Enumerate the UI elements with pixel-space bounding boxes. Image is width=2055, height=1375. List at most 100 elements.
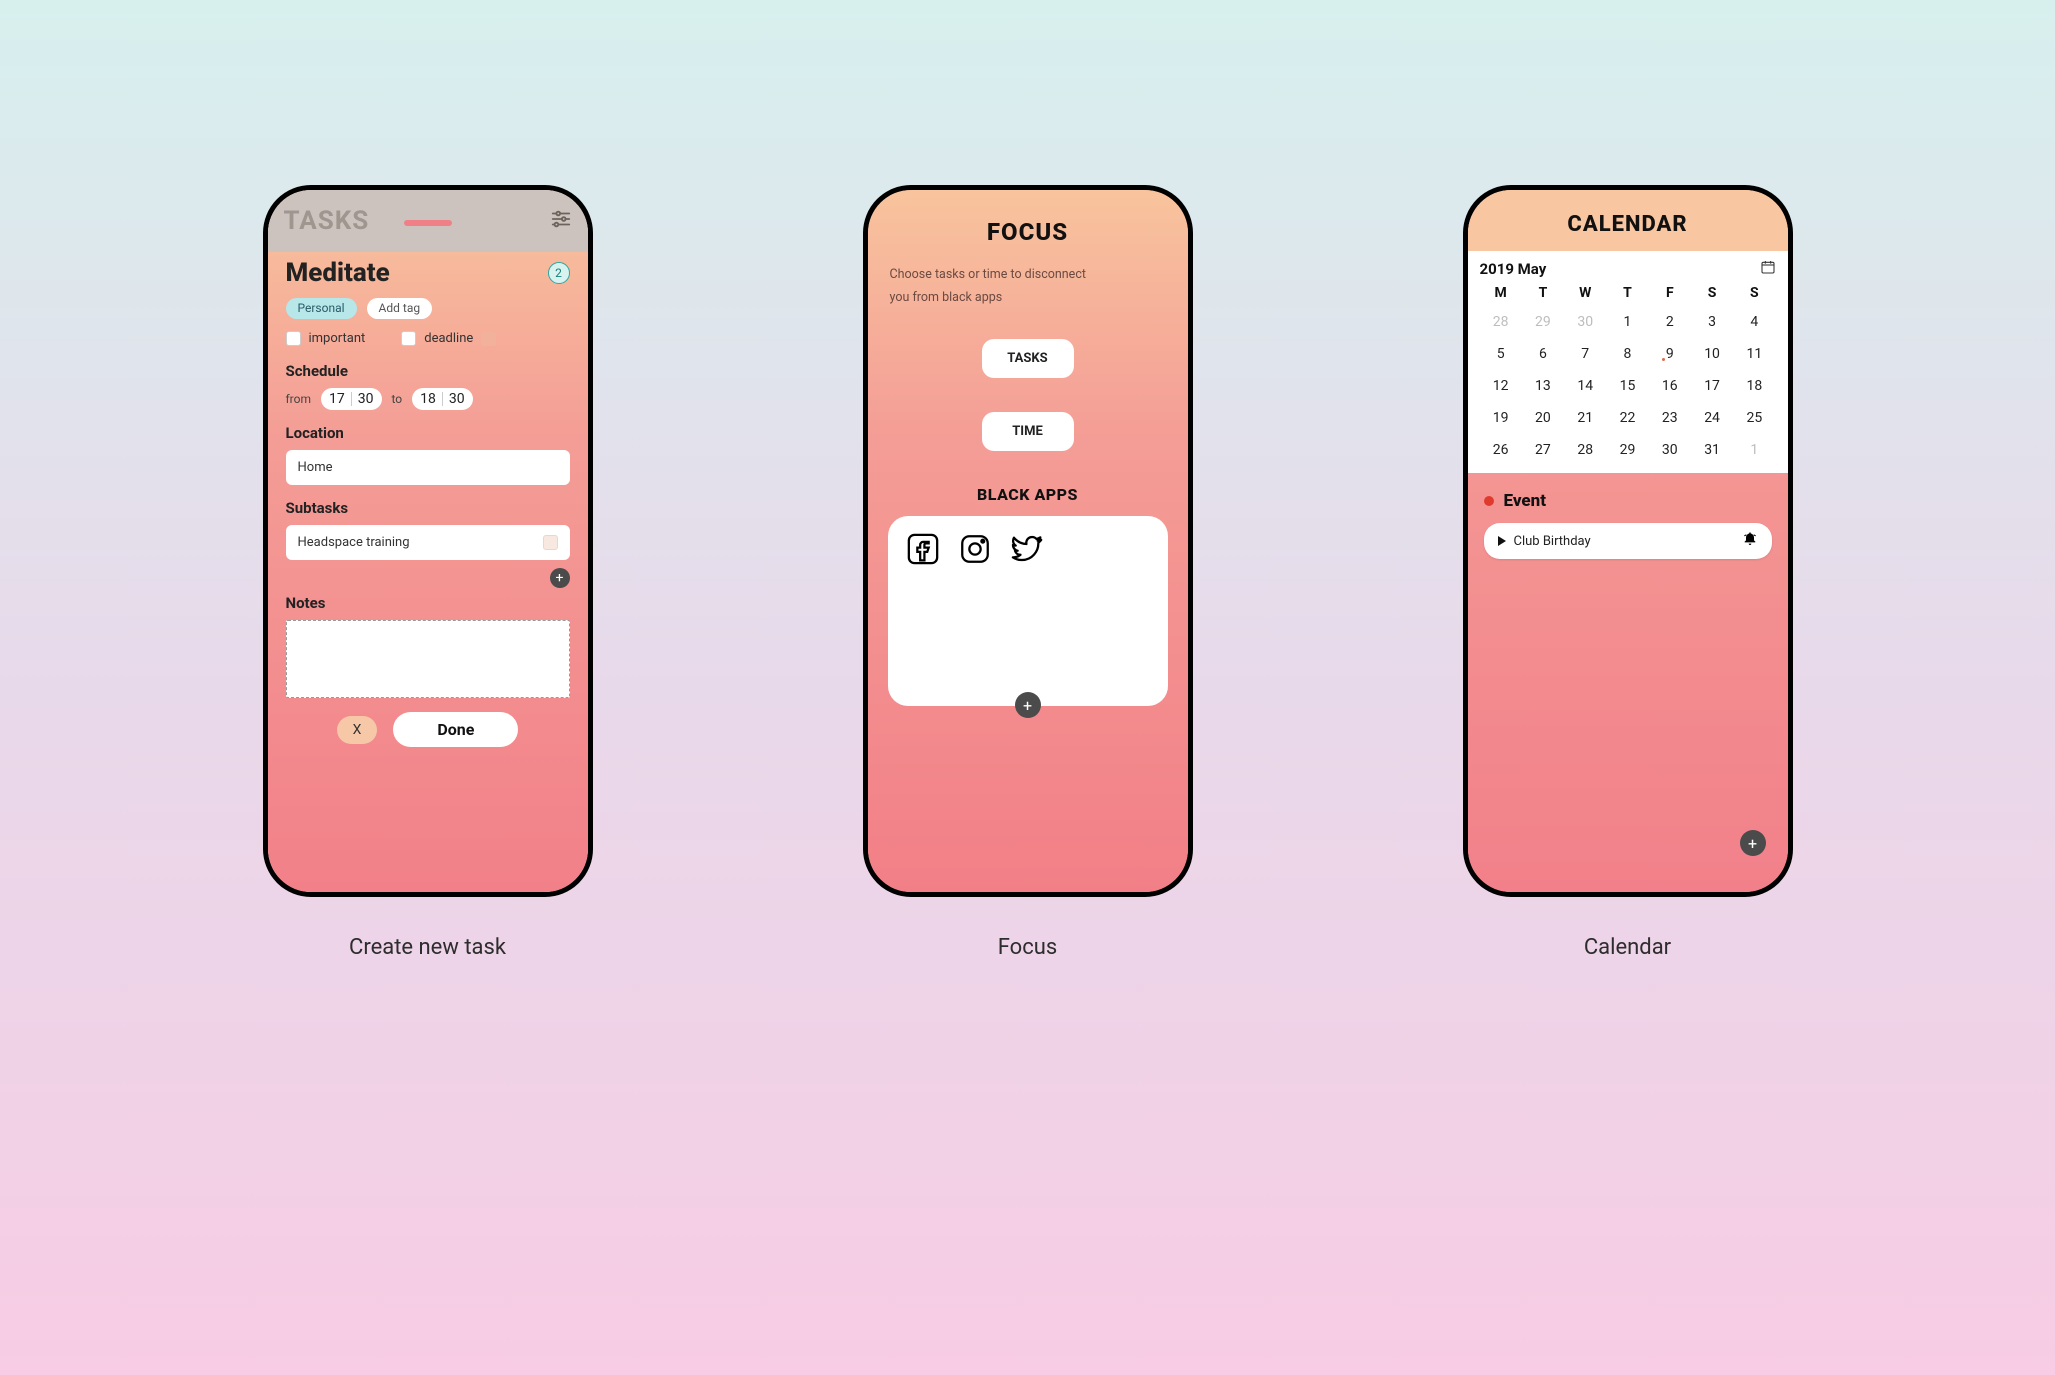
black-apps-card: +	[888, 516, 1168, 706]
calendar-grid: MTWTFSS282930123456789101112131415161718…	[1480, 285, 1776, 461]
calendar-day[interactable]: 30	[1564, 311, 1606, 333]
calendar-day[interactable]: 17	[1691, 375, 1733, 397]
deadline-color-swatch	[481, 331, 496, 346]
event-dot-icon	[1484, 496, 1494, 506]
subtask-text: Headspace training	[298, 535, 410, 550]
settings-icon[interactable]	[550, 208, 572, 234]
subtask-input[interactable]: Headspace training	[286, 525, 570, 560]
calendar-dow: W	[1564, 285, 1606, 301]
play-icon	[1498, 536, 1506, 546]
calendar-day[interactable]: 13	[1522, 375, 1564, 397]
from-label: from	[286, 392, 312, 406]
calendar-dow: T	[1606, 285, 1648, 301]
caption-calendar: Calendar	[1584, 935, 1671, 960]
calendar-day[interactable]: 22	[1606, 407, 1648, 429]
calendar-day[interactable]: 12	[1480, 375, 1522, 397]
calendar-day[interactable]: 29	[1522, 311, 1564, 333]
caption-tasks: Create new task	[349, 935, 506, 960]
calendar-month: May	[1518, 260, 1547, 278]
from-time-input[interactable]: 17 30	[321, 388, 382, 410]
to-minute: 30	[449, 391, 465, 407]
calendar-day[interactable]: 20	[1522, 407, 1564, 429]
calendar-day[interactable]: 31	[1691, 439, 1733, 461]
calendar-day[interactable]: 14	[1564, 375, 1606, 397]
calendar-day[interactable]: 21	[1564, 407, 1606, 429]
twitter-icon[interactable]	[1010, 532, 1044, 570]
done-button[interactable]: Done	[393, 712, 518, 747]
calendar-dow: S	[1691, 285, 1733, 301]
calendar-day[interactable]: 1	[1606, 311, 1648, 333]
calendar-dow: T	[1522, 285, 1564, 301]
calendar-day[interactable]: 29	[1606, 439, 1648, 461]
calendar-day[interactable]: 5	[1480, 343, 1522, 365]
add-tag-button[interactable]: Add tag	[367, 298, 433, 319]
calendar-day[interactable]: 19	[1480, 407, 1522, 429]
to-label: to	[392, 392, 403, 406]
calendar-title: CALENDAR	[1468, 190, 1788, 251]
calendar-day[interactable]: 2	[1649, 311, 1691, 333]
time-separator	[351, 392, 352, 406]
tag-personal[interactable]: Personal	[286, 298, 357, 319]
add-subtask-button[interactable]: +	[550, 568, 570, 588]
calendar-picker-icon[interactable]	[1760, 259, 1776, 279]
calendar-day[interactable]: 1	[1733, 439, 1775, 461]
cancel-button[interactable]: X	[337, 716, 378, 744]
task-title: Meditate	[286, 258, 390, 288]
calendar-dow: S	[1733, 285, 1775, 301]
calendar-day[interactable]: 30	[1649, 439, 1691, 461]
event-header-label: Event	[1504, 491, 1547, 511]
calendar-day[interactable]: 28	[1564, 439, 1606, 461]
calendar-day[interactable]: 15	[1606, 375, 1648, 397]
time-button[interactable]: TIME	[982, 412, 1074, 451]
calendar-day[interactable]: 11	[1733, 343, 1775, 365]
calendar-day[interactable]: 9	[1649, 343, 1691, 365]
event-section-header: Event	[1484, 491, 1772, 511]
subtask-checkbox[interactable]	[543, 535, 558, 550]
black-apps-title: BLACK APPS	[888, 485, 1168, 504]
phone-calendar: CALENDAR 2019 May	[1463, 185, 1793, 897]
event-item[interactable]: Club Birthday	[1484, 523, 1772, 559]
calendar-day[interactable]: 3	[1691, 311, 1733, 333]
from-minute: 30	[358, 391, 374, 407]
bell-icon[interactable]	[1742, 531, 1758, 551]
phone-focus: FOCUS Choose tasks or time to disconnect…	[863, 185, 1193, 897]
location-label: Location	[286, 424, 570, 442]
calendar-day[interactable]: 4	[1733, 311, 1775, 333]
calendar-day[interactable]: 23	[1649, 407, 1691, 429]
important-checkbox[interactable]	[286, 331, 301, 346]
add-event-button[interactable]: +	[1740, 830, 1766, 856]
focus-subtitle: Choose tasks or time to disconnect you f…	[890, 264, 1166, 309]
task-count-badge: 2	[548, 262, 570, 284]
calendar-dow: M	[1480, 285, 1522, 301]
calendar-day[interactable]: 24	[1691, 407, 1733, 429]
calendar-day[interactable]: 18	[1733, 375, 1775, 397]
calendar-day[interactable]: 28	[1480, 311, 1522, 333]
calendar-day[interactable]: 7	[1564, 343, 1606, 365]
notes-label: Notes	[286, 594, 570, 612]
notes-input[interactable]	[286, 620, 570, 698]
schedule-label: Schedule	[286, 362, 570, 380]
location-input[interactable]: Home	[286, 450, 570, 485]
calendar-year: 2019	[1480, 260, 1514, 278]
tasks-header-title: TASKS	[284, 206, 370, 236]
calendar-day[interactable]: 16	[1649, 375, 1691, 397]
facebook-icon[interactable]	[906, 532, 940, 570]
to-time-input[interactable]: 18 30	[412, 388, 473, 410]
focus-title: FOCUS	[888, 218, 1168, 246]
deadline-checkbox[interactable]	[401, 331, 416, 346]
focus-subtitle-line1: Choose tasks or time to disconnect	[890, 264, 1166, 287]
to-hour: 18	[420, 391, 436, 407]
phone-tasks: TASKS Meditate 2	[263, 185, 593, 897]
calendar-day[interactable]: 10	[1691, 343, 1733, 365]
instagram-icon[interactable]	[958, 532, 992, 570]
calendar-day[interactable]: 25	[1733, 407, 1775, 429]
deadline-label: deadline	[424, 331, 473, 346]
calendar-day[interactable]: 26	[1480, 439, 1522, 461]
calendar-day[interactable]: 6	[1522, 343, 1564, 365]
calendar-day[interactable]: 27	[1522, 439, 1564, 461]
calendar-block: 2019 May MTW	[1468, 251, 1788, 473]
add-app-button[interactable]: +	[1015, 692, 1041, 718]
tasks-button[interactable]: TASKS	[982, 339, 1074, 378]
event-name: Club Birthday	[1514, 534, 1591, 549]
calendar-day[interactable]: 8	[1606, 343, 1648, 365]
